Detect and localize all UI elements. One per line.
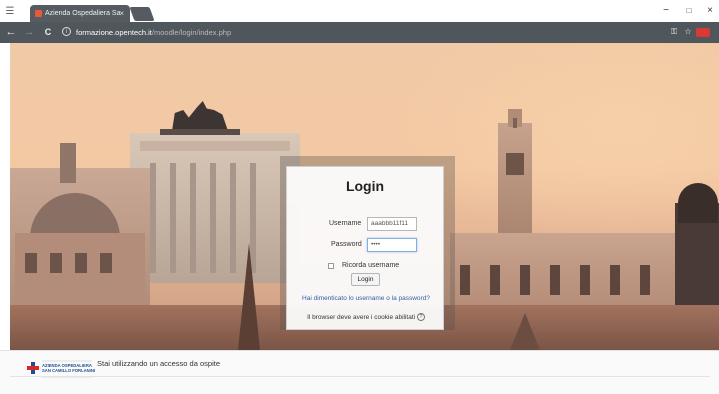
browser-tab[interactable]: Azienda Ospedaliera Sa × [30, 5, 130, 22]
reload-icon[interactable]: C [41, 25, 55, 40]
key-icon[interactable]: ⚿ [668, 26, 680, 38]
forward-arrow-icon[interactable]: → [22, 25, 36, 40]
url-host: formazione.opentech.it [76, 28, 152, 37]
star-bookmark-icon[interactable]: ☆ [682, 26, 694, 38]
back-arrow-icon[interactable]: ← [4, 25, 18, 40]
username-label: Username [329, 220, 362, 227]
extension-icon[interactable] [696, 28, 710, 37]
new-tab-button[interactable] [129, 7, 155, 21]
cookies-notice-text: Il browser deve avere i cookie abilitati [307, 314, 416, 321]
url-field[interactable]: formazione.opentech.it/moodle/login/inde… [76, 26, 231, 39]
hospital-logo[interactable]: AZIENDA OSPEDALIERA SAN CAMILLO FORLANIN… [24, 357, 96, 385]
login-button[interactable]: Login [351, 273, 380, 286]
cookies-notice: Il browser deve avere i cookie abilitati… [291, 313, 441, 322]
page-footer: AZIENDA OSPEDALIERA SAN CAMILLO FORLANIN… [0, 350, 719, 394]
url-path: /moodle/login/index.php [151, 28, 232, 37]
close-tab-icon[interactable]: × [119, 5, 124, 22]
password-input[interactable]: •••• [367, 238, 417, 252]
remember-username-label: Ricorda username [342, 262, 400, 269]
forgot-credentials-link[interactable]: Hai dimenticato lo username o la passwor… [291, 294, 441, 303]
guest-access-notice: Stai utilizzando un accesso da ospite [97, 359, 220, 368]
footer-divider [10, 376, 710, 377]
remember-username-checkbox[interactable] [328, 263, 334, 269]
close-window-icon[interactable]: × [703, 4, 717, 18]
username-input[interactable]: aaabbb11f11 [367, 217, 417, 231]
tab-title: Azienda Ospedaliera Sa [45, 10, 121, 17]
bell-tower [498, 123, 532, 243]
login-panel: Login Username aaabbb11f11 Password ••••… [286, 166, 444, 330]
login-title: Login [345, 178, 385, 194]
minimize-icon[interactable]: − [659, 4, 673, 18]
password-label: Password [331, 241, 362, 248]
help-icon[interactable]: ? [416, 313, 425, 322]
browser-menu-icon[interactable]: ☰ [4, 6, 16, 18]
favicon-icon [35, 10, 42, 17]
maximize-icon[interactable]: □ [682, 4, 696, 18]
statue-silhouette [172, 101, 228, 131]
browser-tabstrip: ☰ Azienda Ospedaliera Sa × − □ × [0, 0, 719, 22]
address-bar: ← → C i formazione.opentech.it/moodle/lo… [0, 22, 719, 43]
site-info-icon[interactable]: i [62, 27, 71, 36]
logo-title-line-2: SAN CAMILLO FORLANINI [42, 368, 96, 373]
